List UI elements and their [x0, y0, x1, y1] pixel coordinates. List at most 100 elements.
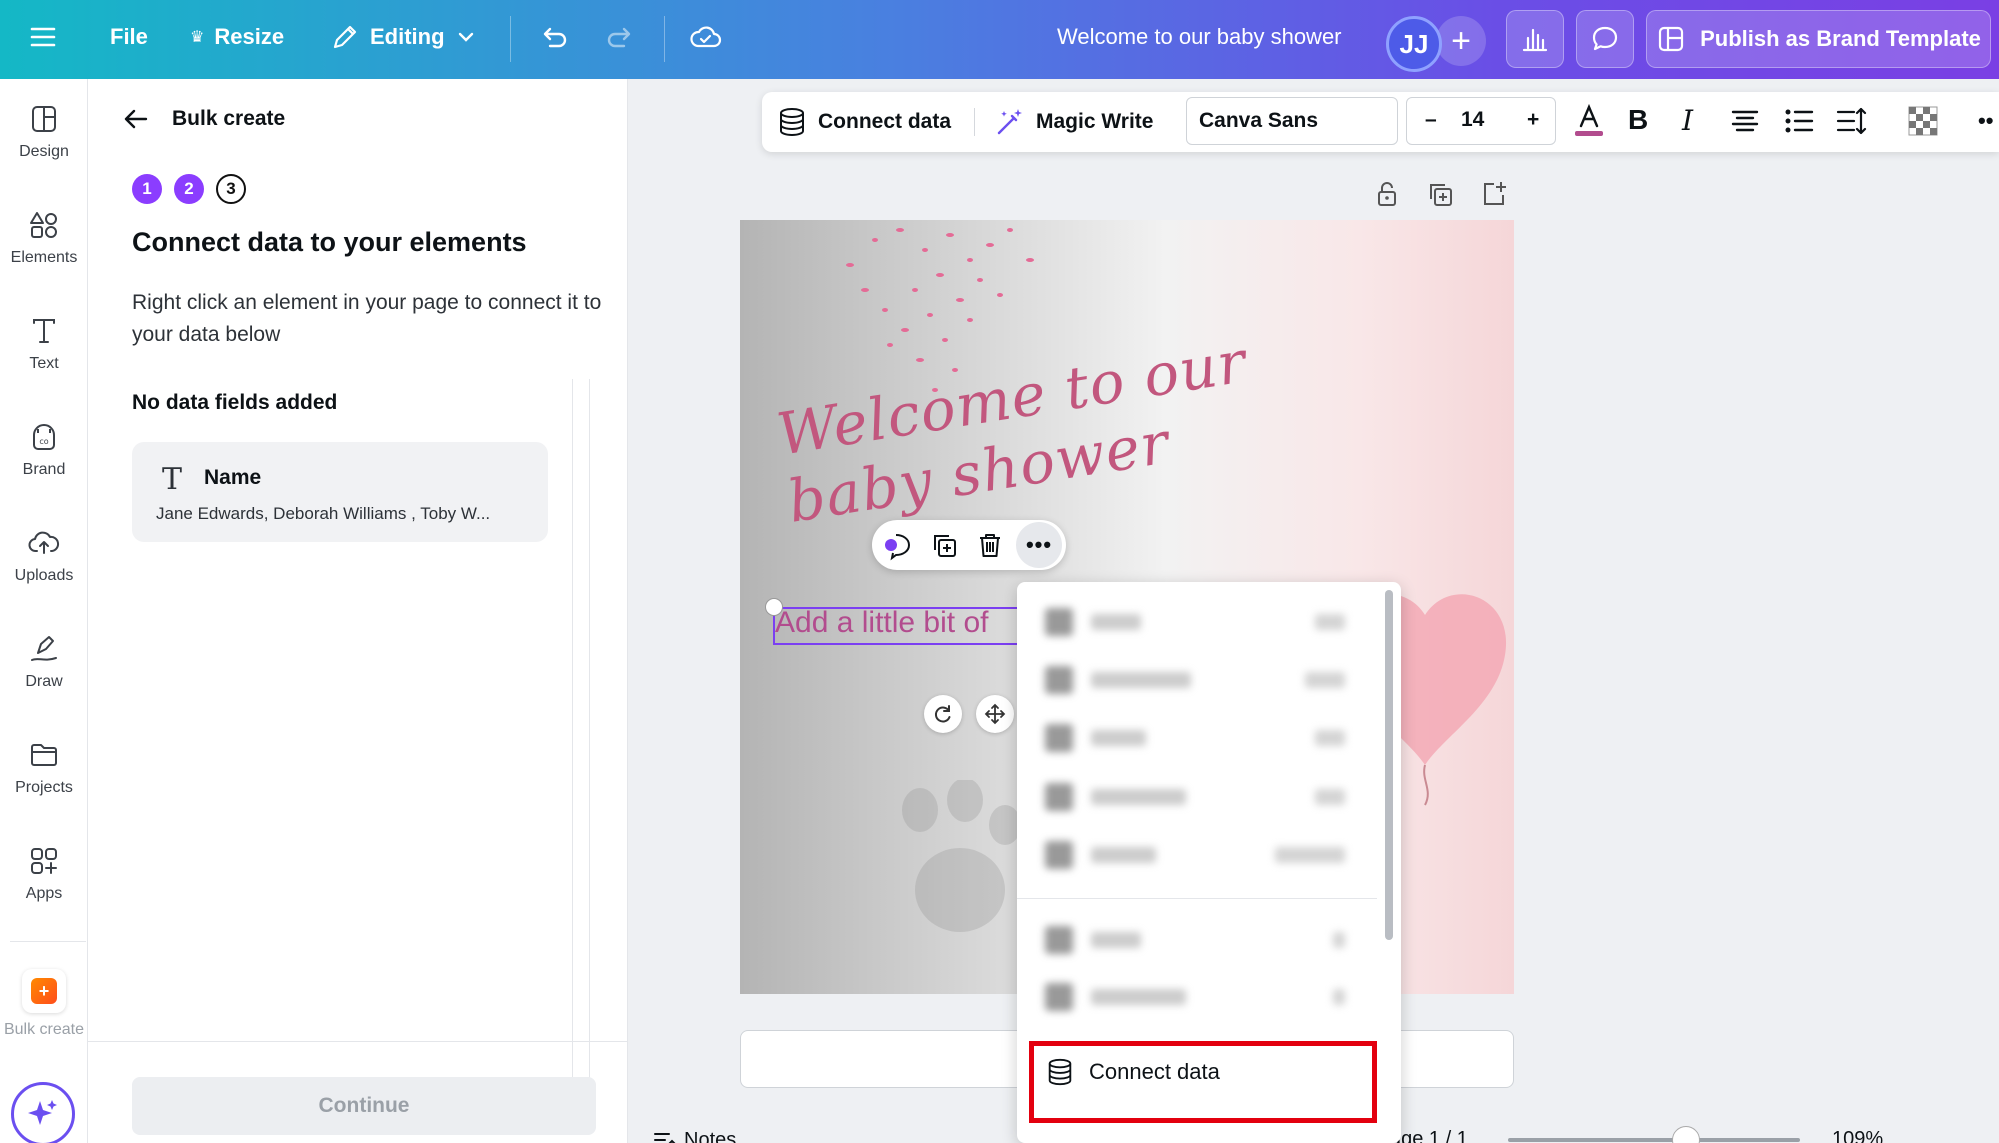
rail-label: Text: [29, 355, 59, 372]
comments-button[interactable]: [1576, 10, 1634, 68]
text-color-button[interactable]: [1572, 103, 1606, 143]
more-toolbar-button[interactable]: ••: [1978, 108, 1993, 134]
rail-item-draw[interactable]: Draw: [0, 633, 88, 691]
file-menu[interactable]: File: [110, 24, 148, 50]
rotate-icon: [934, 705, 951, 723]
transparency-icon: [1908, 106, 1938, 136]
list-button[interactable]: [1782, 104, 1816, 143]
move-handle[interactable]: [976, 695, 1014, 733]
redo-icon: [607, 27, 631, 48]
rail-item-brand[interactable]: co Brand: [0, 421, 88, 479]
zoom-slider-handle[interactable]: [1672, 1126, 1700, 1143]
increase-size-button[interactable]: +: [1527, 108, 1539, 132]
font-size-stepper[interactable]: – 14 +: [1406, 97, 1556, 145]
align-button[interactable]: [1728, 104, 1762, 143]
text-icon: [33, 319, 55, 343]
menu-item-blurred[interactable]: [1045, 982, 1345, 1012]
rail-label: Design: [19, 143, 69, 160]
rail-item-uploads[interactable]: Uploads: [0, 527, 88, 585]
folder-icon: [31, 744, 57, 766]
menu-icon[interactable]: [28, 22, 58, 52]
decrease-size-button[interactable]: –: [1425, 108, 1437, 132]
rail-item-apps[interactable]: Apps: [0, 845, 88, 903]
zoom-slider[interactable]: [1508, 1138, 1800, 1142]
rail-item-bulk-create[interactable]: + Bulk create: [0, 969, 88, 1039]
menu-scrollbar[interactable]: [1385, 590, 1393, 940]
connect-data-label: Connect data: [818, 110, 952, 133]
italic-button[interactable]: I: [1682, 104, 1693, 137]
add-page-button[interactable]: [1480, 180, 1508, 213]
notes-icon: [654, 1133, 676, 1143]
plus-icon: +: [1451, 21, 1471, 60]
pencil-icon: [333, 25, 357, 49]
more-icon: •••: [1025, 532, 1053, 557]
notes-label: Notes: [684, 1128, 737, 1143]
bulk-create-icon: +: [22, 969, 66, 1013]
left-rail: Design Elements Text co Brand Uploads Dr…: [0, 79, 88, 1143]
duplicate-page-button[interactable]: [1426, 180, 1454, 213]
resize-label: Resize: [214, 24, 285, 49]
panel-scrollbar[interactable]: [572, 379, 590, 1099]
lock-page-button[interactable]: [1373, 180, 1401, 213]
add-collaborator-button[interactable]: +: [1436, 16, 1486, 66]
undo-icon: [543, 27, 567, 48]
editing-mode-button[interactable]: Editing: [330, 22, 477, 52]
bullet-list-icon: [1785, 109, 1814, 133]
zoom-level[interactable]: 109%: [1832, 1128, 1883, 1143]
menu-item-blurred[interactable]: [1045, 607, 1345, 637]
cloud-save-icon[interactable]: [688, 20, 724, 56]
delete-element-button[interactable]: [974, 529, 1006, 561]
resize-handle[interactable]: [765, 598, 783, 616]
menu-item-blurred[interactable]: [1045, 782, 1345, 812]
crown-icon: ♛: [190, 29, 205, 46]
magic-write-button[interactable]: Magic Write: [994, 92, 1153, 152]
rail-item-design[interactable]: Design: [0, 103, 88, 161]
continue-button[interactable]: Continue: [132, 1077, 596, 1135]
publish-label: Publish as Brand Template: [1700, 26, 1981, 51]
elements-icon: [30, 212, 57, 238]
more-options-button[interactable]: •••: [1016, 522, 1062, 568]
rail-item-elements[interactable]: Elements: [0, 209, 88, 267]
avatar[interactable]: JJ: [1386, 16, 1442, 72]
menu-item-blurred[interactable]: [1045, 840, 1345, 870]
page-indicator[interactable]: age 1 / 1: [1390, 1128, 1468, 1143]
magic-comment-button[interactable]: [882, 529, 914, 561]
rail-label: Brand: [22, 461, 66, 478]
font-family-select[interactable]: Canva Sans: [1186, 97, 1398, 145]
draw-pen-icon: [31, 636, 57, 661]
add-page-icon: [1484, 182, 1506, 205]
magic-assistant-button[interactable]: [11, 1082, 75, 1143]
menu-item-blurred[interactable]: [1045, 723, 1345, 753]
notes-button[interactable]: Notes: [652, 1128, 736, 1143]
data-field-card[interactable]: T Name Jane Edwards, Deborah Williams , …: [132, 442, 548, 542]
redo-button[interactable]: [604, 22, 638, 56]
bar-chart-icon: [1522, 28, 1548, 52]
text-field-icon: T: [162, 462, 183, 497]
duplicate-icon: [934, 535, 956, 557]
transparency-button[interactable]: [1906, 104, 1940, 143]
template-icon: [1659, 26, 1684, 52]
duplicate-element-button[interactable]: [928, 529, 960, 561]
menu-item-blurred[interactable]: [1045, 925, 1345, 955]
menu-item-blurred[interactable]: [1045, 665, 1345, 695]
brand-icon: co: [33, 424, 55, 450]
rail-item-projects[interactable]: Projects: [0, 739, 88, 797]
rail-item-text[interactable]: Text: [0, 315, 88, 373]
highlight-box: [1029, 1041, 1377, 1123]
back-arrow-icon[interactable]: [122, 105, 150, 133]
publish-brand-template-button[interactable]: Publish as Brand Template: [1646, 10, 1991, 68]
rail-label: Apps: [25, 885, 63, 902]
align-center-icon: [1731, 110, 1759, 132]
font-size-value[interactable]: 14: [1461, 108, 1484, 132]
connect-data-button[interactable]: Connect data: [776, 92, 951, 152]
spacing-button[interactable]: [1834, 104, 1868, 143]
rotate-handle[interactable]: [924, 695, 962, 733]
resize-button[interactable]: ♛ Resize: [190, 24, 284, 50]
insights-button[interactable]: [1506, 10, 1564, 68]
bold-button[interactable]: B: [1628, 104, 1648, 136]
document-title[interactable]: Welcome to our baby shower: [1057, 24, 1342, 50]
undo-button[interactable]: [536, 22, 570, 56]
step-3: 3: [216, 174, 246, 204]
rail-label: Bulk create: [3, 1021, 85, 1038]
italic-icon: I: [1682, 104, 1694, 137]
